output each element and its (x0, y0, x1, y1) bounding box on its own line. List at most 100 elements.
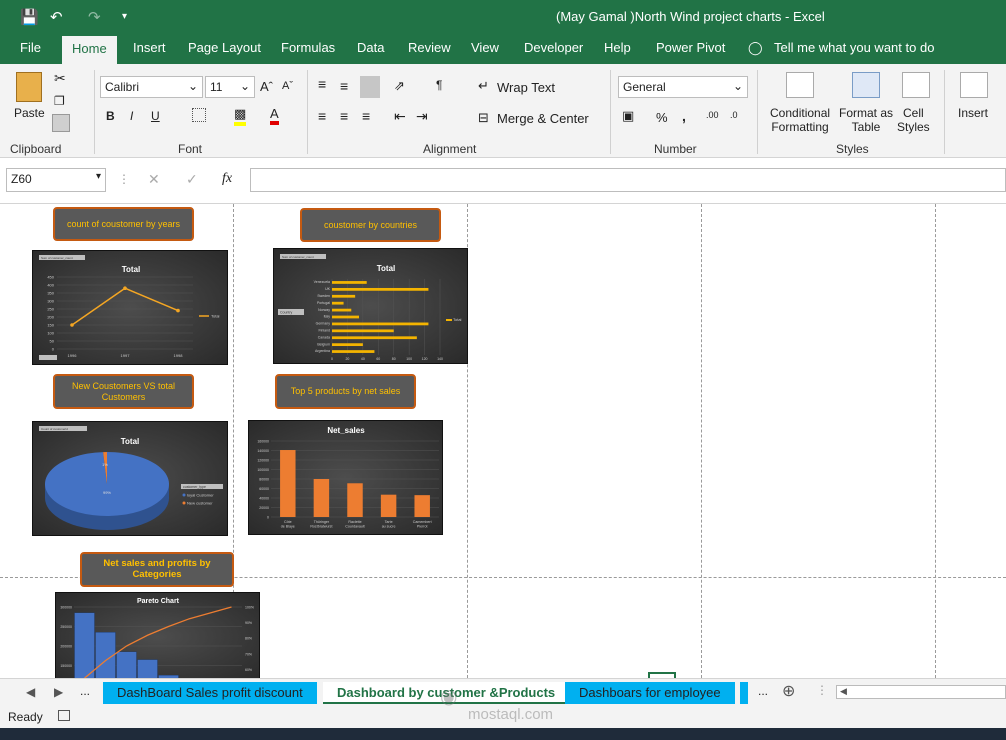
scroll-right-icon[interactable]: ▶ (54, 685, 63, 699)
save-icon[interactable]: 💾 (20, 8, 39, 26)
x-tick-label: Tarte (385, 520, 393, 524)
font-size-select[interactable]: 11 ⌄ (205, 76, 255, 98)
font-color-icon[interactable]: A (270, 106, 279, 125)
watermark: mostaql.com (468, 706, 554, 723)
tab-page-layout[interactable]: Page Layout (188, 40, 261, 55)
fill-color-icon[interactable]: ▩ (234, 106, 247, 126)
shape-new-vs-total-customers[interactable]: New Coustomers VS total Customers (53, 374, 194, 409)
grow-font-icon[interactable]: Aˆ (260, 79, 273, 94)
shape-top5-products[interactable]: Top 5 products by net sales (275, 374, 416, 409)
underline-button[interactable]: U (151, 109, 160, 123)
chart-customers-by-year[interactable]: Sum of customer_count Total 0 50 100 150 200 25… (32, 250, 228, 365)
bold-button[interactable]: B (106, 109, 115, 123)
merge-icon[interactable]: ⊟ (478, 110, 489, 126)
chart-new-vs-total[interactable]: Count of customerid Total 99% 1% customer_ty… (32, 421, 228, 536)
font-name-select[interactable]: Calibri ⌄ (100, 76, 203, 98)
name-box[interactable]: Z60 ▾ (6, 168, 106, 192)
sheet-tab-employee[interactable]: Dashboars for employee (565, 682, 735, 704)
y-tick-label: 100 (47, 331, 54, 336)
series-line (71, 287, 179, 326)
tab-review[interactable]: Review (408, 40, 451, 55)
chart-customers-by-country[interactable]: Sum of customer_count Total 0 20 40 60 80 100 12… (273, 248, 468, 364)
tell-me-box[interactable]: Tell me what you want to do (774, 40, 934, 55)
tab-formulas[interactable]: Formulas (281, 40, 335, 55)
formula-input[interactable] (250, 168, 1006, 192)
insert-cells-icon[interactable] (960, 72, 988, 98)
conditional-formatting-button[interactable]: Conditional Formatting (770, 106, 830, 134)
shape-net-sales-profits[interactable]: Net sales and profits by Categories (80, 552, 234, 587)
worksheet[interactable]: count of coustomer by years coustomer by… (0, 204, 1006, 678)
tab-file[interactable]: File (20, 40, 41, 55)
shape-customers-by-countries[interactable]: coustomer by countries (300, 208, 441, 242)
sheet-tab-partial[interactable] (740, 682, 748, 704)
scroll-left-icon[interactable]: ◀ (840, 686, 847, 697)
customize-qat-icon[interactable]: ▾ (122, 11, 127, 22)
tab-home[interactable]: Home (62, 36, 117, 64)
cell-styles-button[interactable]: Cell Styles (897, 106, 930, 134)
format-as-table-button[interactable]: Format as Table (839, 106, 893, 134)
redo-icon[interactable]: ↷ (88, 8, 101, 26)
tab-power-pivot[interactable]: Power Pivot (656, 40, 725, 55)
bar (332, 322, 429, 326)
tab-developer[interactable]: Developer (524, 40, 583, 55)
x-tick-label: 100 (406, 357, 412, 361)
paste-icon[interactable] (16, 72, 42, 102)
wrap-text-button[interactable]: Wrap Text (497, 80, 555, 95)
increase-indent-icon[interactable]: ⇥ (416, 108, 428, 125)
more-sheets-left[interactable]: ... (80, 684, 90, 698)
tab-help[interactable]: Help (604, 40, 631, 55)
paste-button[interactable]: Paste (14, 106, 45, 120)
scroll-left-icon[interactable]: ◀ (26, 685, 35, 699)
number-format-select[interactable]: General ⌄ (618, 76, 748, 98)
tab-data[interactable]: Data (357, 40, 384, 55)
align-top-icon[interactable]: ≡ (318, 76, 326, 92)
cell-styles-icon[interactable] (902, 72, 930, 98)
decrease-indent-icon[interactable]: ⇤ (394, 108, 406, 125)
y-tick-label: 60000 (259, 487, 269, 491)
undo-icon[interactable]: ↶ (50, 8, 63, 26)
y-tick-label: Portugal (317, 301, 330, 305)
format-as-table-icon[interactable] (852, 72, 880, 98)
align-center-icon[interactable]: ≡ (340, 108, 348, 124)
conditional-formatting-icon[interactable] (786, 72, 814, 98)
more-sheets-right[interactable]: ... (758, 684, 768, 698)
percent-button[interactable]: % (656, 110, 668, 125)
insert-function-button[interactable]: fx (222, 171, 232, 187)
insert-button[interactable]: Insert (958, 106, 988, 120)
borders-icon[interactable] (192, 108, 206, 122)
increase-decimal-icon[interactable]: .00 (706, 110, 719, 120)
shrink-font-icon[interactable]: Aˇ (282, 80, 293, 92)
wrap-text-icon[interactable]: ↵ (478, 78, 489, 94)
align-middle-icon[interactable]: ≡ (340, 78, 348, 94)
sheet-tab-sales[interactable]: DashBoard Sales profit discount (103, 682, 317, 704)
accounting-format-icon[interactable]: ▣ (622, 108, 634, 124)
copy-icon[interactable]: ❐ (54, 94, 65, 108)
comma-button[interactable]: , (682, 108, 686, 124)
shape-count-customers-by-years[interactable]: count of coustomer by years (53, 207, 194, 241)
cut-icon[interactable]: ✂ (54, 70, 66, 87)
new-sheet-icon[interactable]: ⊕ (782, 681, 795, 701)
chart-top5-products[interactable]: Net_sales 0 20000 40000 60000 80000 100000 1200… (248, 420, 443, 535)
cancel-icon[interactable]: ✕ (148, 171, 160, 188)
align-right-icon[interactable]: ≡ (362, 108, 370, 124)
lightbulb-icon[interactable]: ◯ (748, 40, 763, 56)
tab-insert[interactable]: Insert (133, 40, 166, 55)
decrease-decimal-icon[interactable]: .0 (730, 110, 738, 120)
chart-pareto[interactable]: Pareto Chart1000001500002000002500003000… (55, 592, 260, 678)
orientation-icon[interactable]: ⇗ (394, 78, 405, 94)
chart-title: Total (377, 264, 396, 273)
italic-button[interactable]: I (130, 109, 133, 123)
align-left-icon[interactable]: ≡ (318, 108, 326, 124)
separator (610, 70, 611, 154)
align-bottom-icon[interactable] (360, 76, 380, 98)
text-direction-icon[interactable]: ¶ (436, 78, 442, 92)
format-painter-icon[interactable] (52, 114, 70, 132)
tab-view[interactable]: View (471, 40, 499, 55)
merge-center-button[interactable]: Merge & Center (497, 111, 589, 126)
enter-icon[interactable]: ✓ (186, 171, 198, 188)
separator (307, 70, 308, 154)
horizontal-scrollbar[interactable]: ◀ (836, 685, 1006, 699)
y-tick-label: 450 (47, 275, 54, 280)
macro-record-icon[interactable] (58, 710, 70, 721)
page-break-line (701, 204, 702, 678)
